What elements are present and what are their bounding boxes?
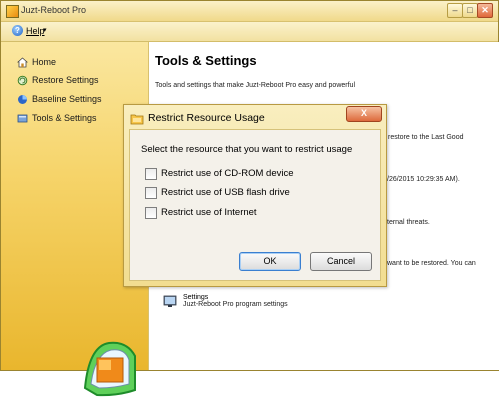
checkbox-internet[interactable]	[145, 207, 157, 219]
checkbox-usb[interactable]	[145, 187, 157, 199]
sidebar-item-label: Restore Settings	[32, 75, 99, 85]
sidebar-item-label: Home	[32, 57, 57, 67]
minimize-button[interactable]: –	[447, 3, 463, 18]
option-label: Restrict use of Internet	[161, 207, 257, 218]
tools-icon	[17, 114, 28, 123]
page-title: Tools & Settings	[155, 53, 257, 68]
dialog-body: Select the resource that you want to res…	[129, 129, 381, 281]
page-description: Tools and settings that make Juzt-Reboot…	[155, 82, 355, 89]
tool-description-fragment: /26/2015 10:29:35 AM).	[387, 176, 460, 183]
option-label: Restrict use of CD-ROM device	[161, 168, 294, 179]
settings-description: Juzt-Reboot Pro program settings	[183, 301, 288, 308]
sidebar-item-label: Tools & Settings	[32, 113, 97, 123]
restrict-resource-dialog: Restrict Resource Usage X Select the res…	[123, 104, 387, 287]
dialog-close-button[interactable]: X	[346, 106, 382, 122]
dialog-title: Restrict Resource Usage	[148, 112, 265, 124]
settings-link[interactable]: Settings	[183, 294, 208, 301]
help-menu[interactable]: Help	[26, 26, 45, 36]
app-logo-icon	[83, 341, 136, 397]
tool-description-fragment: ternal threats.	[387, 219, 430, 226]
settings-icon[interactable]	[163, 295, 177, 308]
maximize-button[interactable]: □	[462, 3, 478, 18]
baseline-icon	[18, 95, 27, 104]
dialog-prompt: Select the resource that you want to res…	[141, 144, 353, 155]
folder-icon	[130, 114, 144, 125]
window-title: Juzt-Reboot Pro	[21, 5, 87, 15]
option-label: Restrict use of USB flash drive	[161, 187, 290, 198]
ok-button[interactable]: OK	[239, 252, 301, 271]
tool-description-fragment: want to be restored. You can	[387, 260, 476, 267]
tool-description-fragment: restore to the Last Good	[388, 134, 464, 141]
menu-bar	[1, 22, 498, 42]
app-icon	[6, 5, 19, 18]
chevron-down-icon[interactable]: ▾	[43, 26, 47, 34]
title-bar[interactable]: Juzt-Reboot Pro – □ ✕	[1, 1, 498, 22]
cancel-button[interactable]: Cancel	[310, 252, 372, 271]
checkbox-cdrom[interactable]	[145, 168, 157, 180]
close-button[interactable]: ✕	[477, 3, 493, 18]
home-icon	[17, 57, 28, 68]
help-icon[interactable]: ?	[12, 25, 23, 36]
sidebar-item-label: Baseline Settings	[32, 94, 102, 104]
restore-icon	[17, 75, 28, 86]
